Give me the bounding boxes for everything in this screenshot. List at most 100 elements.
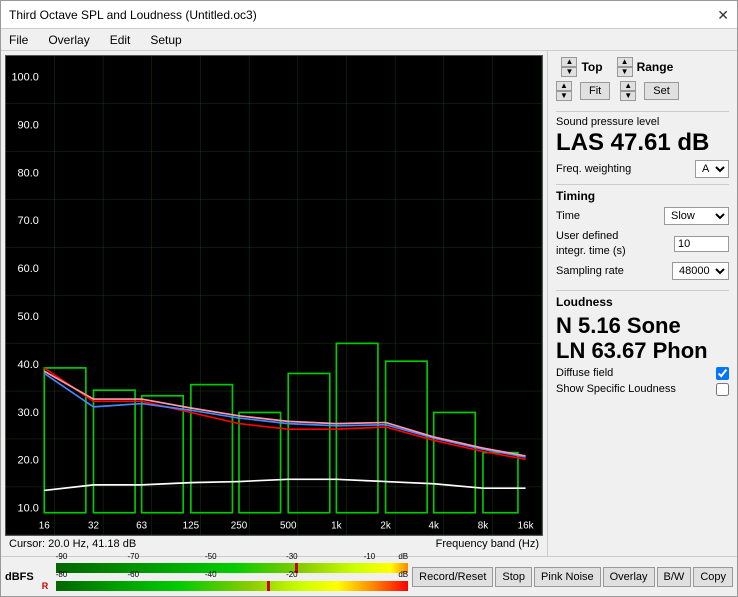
- svg-text:32: 32: [88, 520, 99, 531]
- set-spinners: ▲ ▼: [620, 81, 636, 101]
- dbfs-row-label-r: R: [42, 581, 54, 591]
- loudness-section: Loudness N 5.16 Sone LN 63.67 Phon Diffu…: [556, 290, 729, 396]
- svg-text:10.0: 10.0: [18, 503, 39, 515]
- diffuse-field-checkbox[interactable]: [716, 367, 729, 380]
- show-specific-row: Show Specific Loudness: [556, 383, 729, 396]
- svg-text:500: 500: [280, 520, 297, 531]
- dbfs-indicator-red: [267, 581, 270, 591]
- svg-text:60.0: 60.0: [18, 263, 39, 275]
- dbfs-tick-70: -70: [127, 552, 139, 561]
- user-defined-label: User definedintegr. time (s): [556, 229, 626, 258]
- sampling-rate-row: Sampling rate 44100 48000 96000: [556, 262, 729, 280]
- set-down-btn[interactable]: ▼: [620, 91, 636, 101]
- range-spinners: ▲ ▼: [617, 57, 633, 77]
- sampling-rate-select[interactable]: 44100 48000 96000: [672, 262, 729, 280]
- window-title: Third Octave SPL and Loudness (Untitled.…: [9, 8, 257, 22]
- range-down-btn[interactable]: ▼: [617, 67, 633, 77]
- menu-edit[interactable]: Edit: [106, 32, 135, 48]
- spl-section: Sound pressure level LAS 47.61 dB Freq. …: [556, 111, 729, 178]
- time-select[interactable]: Slow Fast Impulse: [664, 207, 729, 225]
- loudness-header: Loudness: [556, 295, 729, 309]
- svg-text:100.0: 100.0: [11, 71, 38, 83]
- dbfs-tick-60: -60: [127, 570, 139, 579]
- sidebar: ▲ ▼ Top ▲ ▼ Range ▲ ▼: [547, 51, 737, 556]
- dbfs-label: dBFS: [5, 571, 34, 583]
- pink-noise-button[interactable]: Pink Noise: [534, 567, 601, 587]
- svg-text:250: 250: [231, 520, 248, 531]
- svg-text:125: 125: [183, 520, 200, 531]
- stop-button[interactable]: Stop: [495, 567, 532, 587]
- dbfs-tick-80: -80: [56, 570, 68, 579]
- close-button[interactable]: ✕: [717, 8, 729, 22]
- svg-text:40.0: 40.0: [18, 359, 39, 371]
- show-specific-checkbox[interactable]: [716, 383, 729, 396]
- main-content: Third octave SPL dB ARTA: [1, 51, 737, 556]
- svg-text:80.0: 80.0: [18, 167, 39, 179]
- dbfs-bar: dBFS -90 -70 -50 -30 -10 dB: [1, 556, 737, 596]
- spl-value: LAS 47.61 dB: [556, 130, 729, 156]
- show-specific-label: Show Specific Loudness: [556, 383, 676, 395]
- menu-setup[interactable]: Setup: [146, 32, 185, 48]
- loudness-value: N 5.16 Sone LN 63.67 Phon: [556, 313, 729, 364]
- fit-up-btn[interactable]: ▲: [556, 81, 572, 91]
- dbfs-scale: -90 -70 -50 -30 -10 dB R -80 -60 -40 -20: [42, 560, 408, 594]
- top-spinners: ▲ ▼: [561, 57, 577, 77]
- dbfs-tick-40: -40: [205, 570, 217, 579]
- dbfs-tick-20: -20: [286, 570, 298, 579]
- svg-text:30.0: 30.0: [18, 407, 39, 419]
- dbfs-fill-red: [56, 581, 408, 591]
- range-label: Range: [637, 60, 674, 74]
- user-defined-input[interactable]: [674, 236, 729, 252]
- fit-button[interactable]: Fit: [580, 82, 610, 100]
- menu-file[interactable]: File: [5, 32, 32, 48]
- freq-weighting-row: Freq. weighting A B C Z: [556, 160, 729, 178]
- menu-overlay[interactable]: Overlay: [44, 32, 93, 48]
- bw-button[interactable]: B/W: [657, 567, 692, 587]
- record-reset-button[interactable]: Record/Reset: [412, 567, 493, 587]
- dbfs-fill-green: [56, 563, 408, 573]
- dbfs-tick-db2: dB: [398, 570, 408, 579]
- timing-section: Timing Time Slow Fast Impulse User defin…: [556, 184, 729, 284]
- dbfs-tick-30: -30: [286, 552, 298, 561]
- time-label: Time: [556, 209, 580, 223]
- chart-container: Third octave SPL dB ARTA: [5, 55, 543, 536]
- cursor-label: Cursor: 20.0 Hz, 41.18 dB: [9, 538, 136, 550]
- svg-text:2k: 2k: [380, 520, 390, 531]
- set-up-btn[interactable]: ▲: [620, 81, 636, 91]
- fit-down-btn[interactable]: ▼: [556, 91, 572, 101]
- dbfs-tick-10: -10: [364, 552, 376, 561]
- range-up-btn[interactable]: ▲: [617, 57, 633, 67]
- chart-area: Third octave SPL dB ARTA: [1, 51, 547, 556]
- set-button[interactable]: Set: [644, 82, 679, 100]
- chart-svg: 100.0 90.0 80.0 70.0 60.0 50.0 40.0 30.0…: [6, 56, 542, 535]
- dbfs-track-green: -90 -70 -50 -30 -10 dB: [56, 563, 408, 573]
- svg-text:63: 63: [136, 520, 147, 531]
- top-label: Top: [581, 60, 602, 74]
- time-row: Time Slow Fast Impulse: [556, 207, 729, 225]
- svg-text:50.0: 50.0: [18, 311, 39, 323]
- diffuse-field-row: Diffuse field: [556, 367, 729, 380]
- action-buttons: Record/Reset Stop Pink Noise Overlay B/W…: [412, 567, 733, 587]
- fit-spinners: ▲ ▼: [556, 81, 572, 101]
- spl-header: Sound pressure level: [556, 116, 729, 128]
- top-up-btn[interactable]: ▲: [561, 57, 577, 67]
- menu-bar: File Overlay Edit Setup: [1, 29, 737, 51]
- svg-text:20.0: 20.0: [18, 455, 39, 467]
- user-defined-row: User definedintegr. time (s): [556, 229, 729, 258]
- copy-button[interactable]: Copy: [693, 567, 733, 587]
- diffuse-field-label: Diffuse field: [556, 367, 613, 379]
- svg-text:8k: 8k: [478, 520, 488, 531]
- dbfs-tick-90: -90: [56, 552, 68, 561]
- freq-weighting-label: Freq. weighting: [556, 163, 631, 175]
- svg-text:16: 16: [39, 520, 50, 531]
- timing-header: Timing: [556, 189, 729, 203]
- top-down-btn[interactable]: ▼: [561, 67, 577, 77]
- svg-text:1k: 1k: [331, 520, 341, 531]
- dbfs-row-green: -90 -70 -50 -30 -10 dB: [42, 560, 408, 576]
- svg-text:90.0: 90.0: [18, 119, 39, 131]
- freq-weighting-select[interactable]: A B C Z: [695, 160, 729, 178]
- main-window: Third Octave SPL and Loudness (Untitled.…: [0, 0, 738, 597]
- dbfs-tick-db1: dB: [398, 552, 408, 561]
- overlay-button[interactable]: Overlay: [603, 567, 655, 587]
- title-bar: Third Octave SPL and Loudness (Untitled.…: [1, 1, 737, 29]
